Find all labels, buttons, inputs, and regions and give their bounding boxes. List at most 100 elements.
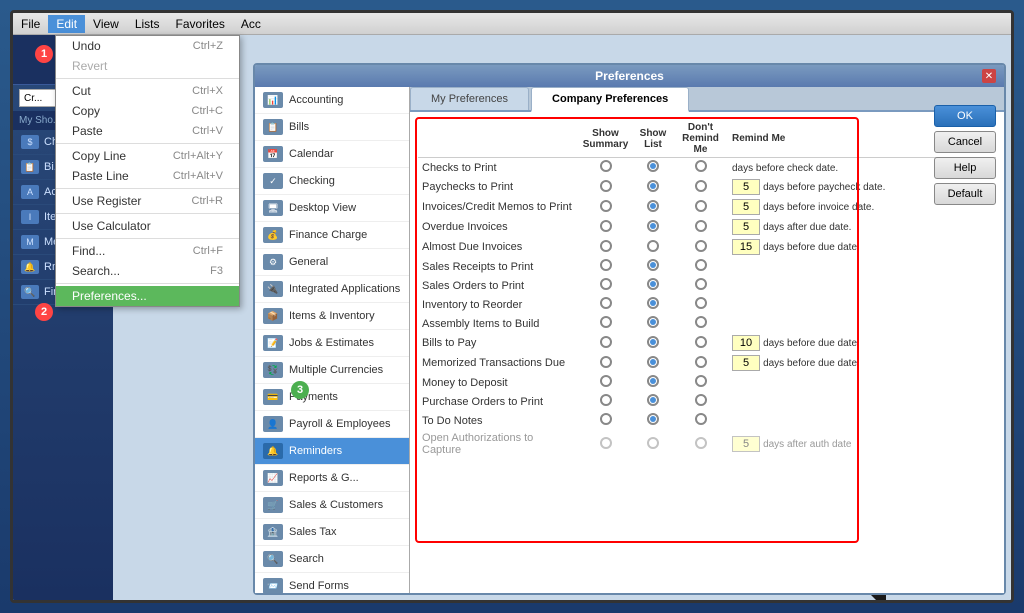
radio-show-list[interactable] — [647, 259, 659, 271]
radio-dont-remind[interactable] — [695, 259, 707, 271]
radio-dont-remind[interactable] — [695, 375, 707, 387]
radio-show-list[interactable] — [647, 200, 659, 212]
days-input[interactable] — [732, 239, 760, 255]
radio-show-list[interactable] — [647, 375, 659, 387]
radio-show-summary[interactable] — [600, 278, 612, 290]
tab-company-preferences[interactable]: Company Preferences — [531, 87, 689, 112]
radio-dont-remind[interactable] — [695, 437, 707, 449]
menu-lists[interactable]: Lists — [127, 15, 168, 33]
menu-item-use-register[interactable]: Use Register Ctrl+R — [56, 191, 239, 211]
days-input[interactable] — [732, 436, 760, 452]
radio-show-summary[interactable] — [600, 160, 612, 172]
radio-dont-remind[interactable] — [695, 200, 707, 212]
category-reports[interactable]: 📈 Reports & G... — [255, 465, 409, 492]
dialog-titlebar: Preferences ✕ — [255, 65, 1004, 87]
radio-show-list[interactable] — [647, 394, 659, 406]
days-input[interactable] — [732, 355, 760, 371]
radio-show-list[interactable] — [647, 278, 659, 290]
radio-dont-remind[interactable] — [695, 160, 707, 172]
category-desktop[interactable]: 🖥 Desktop View — [255, 195, 409, 222]
radio-show-list[interactable] — [647, 336, 659, 348]
radio-show-list[interactable] — [647, 413, 659, 425]
radio-show-list[interactable] — [647, 356, 659, 368]
category-sales[interactable]: 🛒 Sales & Customers — [255, 492, 409, 519]
category-jobs[interactable]: 📝 Jobs & Estimates — [255, 330, 409, 357]
radio-show-list[interactable] — [647, 297, 659, 309]
category-search[interactable]: 🔍 Search — [255, 546, 409, 573]
radio-show-summary[interactable] — [600, 375, 612, 387]
ok-button[interactable]: OK — [934, 105, 996, 127]
menu-accounts[interactable]: Acc — [233, 15, 269, 33]
radio-dont-remind[interactable] — [695, 180, 707, 192]
radio-show-summary[interactable] — [600, 394, 612, 406]
category-currencies[interactable]: 💱 Multiple Currencies — [255, 357, 409, 384]
category-general[interactable]: ⚙ General — [255, 249, 409, 276]
radio-show-list[interactable] — [647, 220, 659, 232]
radio-show-summary[interactable] — [600, 200, 612, 212]
radio-dont-remind[interactable] — [695, 413, 707, 425]
category-accounting[interactable]: 📊 Accounting — [255, 87, 409, 114]
radio-dont-remind[interactable] — [695, 316, 707, 328]
menu-favorites[interactable]: Favorites — [168, 15, 233, 33]
radio-dont-remind[interactable] — [695, 240, 707, 252]
radio-show-summary[interactable] — [600, 413, 612, 425]
radio-show-summary[interactable] — [600, 180, 612, 192]
radio-show-list[interactable] — [647, 180, 659, 192]
radio-show-summary[interactable] — [600, 336, 612, 348]
radio-show-list[interactable] — [647, 160, 659, 172]
default-button[interactable]: Default — [934, 183, 996, 205]
radio-dont-remind[interactable] — [695, 356, 707, 368]
category-payroll[interactable]: 👤 Payroll & Employees — [255, 411, 409, 438]
radio-show-summary[interactable] — [600, 316, 612, 328]
radio-dont-remind[interactable] — [695, 278, 707, 290]
radio-dont-remind[interactable] — [695, 336, 707, 348]
category-checking[interactable]: ✓ Checking — [255, 168, 409, 195]
radio-show-summary[interactable] — [600, 297, 612, 309]
category-salestax[interactable]: 🏦 Sales Tax — [255, 519, 409, 546]
menu-item-preferences[interactable]: Preferences... — [56, 286, 239, 306]
radio-cell[interactable] — [578, 158, 633, 178]
category-bills[interactable]: 📋 Bills — [255, 114, 409, 141]
category-finance[interactable]: 💰 Finance Charge — [255, 222, 409, 249]
radio-show-summary[interactable] — [600, 259, 612, 271]
category-reminders[interactable]: 🔔 Reminders — [255, 438, 409, 465]
tab-my-preferences[interactable]: My Preferences — [410, 87, 529, 110]
menu-item-copy[interactable]: Copy Ctrl+C — [56, 101, 239, 121]
menu-item-cut[interactable]: Cut Ctrl+X — [56, 81, 239, 101]
menu-item-use-calculator[interactable]: Use Calculator — [56, 216, 239, 236]
dialog-close-button[interactable]: ✕ — [982, 69, 996, 83]
radio-show-summary[interactable] — [600, 356, 612, 368]
radio-cell[interactable] — [633, 158, 673, 178]
category-payments[interactable]: 💳 Payments — [255, 384, 409, 411]
menu-file[interactable]: File — [13, 15, 48, 33]
radio-show-list[interactable] — [647, 437, 659, 449]
radio-dont-remind[interactable] — [695, 297, 707, 309]
days-input[interactable] — [732, 179, 760, 195]
category-sendforms[interactable]: 📨 Send Forms — [255, 573, 409, 593]
radio-show-list[interactable] — [647, 240, 659, 252]
menu-view[interactable]: View — [85, 15, 127, 33]
category-integrated[interactable]: 🔌 Integrated Applications — [255, 276, 409, 303]
radio-show-summary[interactable] — [600, 240, 612, 252]
radio-dont-remind[interactable] — [695, 220, 707, 232]
menu-item-revert[interactable]: Revert — [56, 56, 239, 76]
category-items[interactable]: 📦 Items & Inventory — [255, 303, 409, 330]
menu-item-search[interactable]: Search... F3 — [56, 261, 239, 281]
menu-item-paste[interactable]: Paste Ctrl+V — [56, 121, 239, 141]
days-input[interactable] — [732, 219, 760, 235]
days-input[interactable] — [732, 335, 760, 351]
menu-item-undo[interactable]: Undo Ctrl+Z — [56, 36, 239, 56]
radio-show-list[interactable] — [647, 316, 659, 328]
radio-dont-remind[interactable] — [695, 394, 707, 406]
help-button[interactable]: Help — [934, 157, 996, 179]
days-input[interactable] — [732, 199, 760, 215]
menu-item-paste-line[interactable]: Paste Line Ctrl+Alt+V — [56, 166, 239, 186]
menu-item-find[interactable]: Find... Ctrl+F — [56, 241, 239, 261]
category-calendar[interactable]: 📅 Calendar — [255, 141, 409, 168]
cancel-button[interactable]: Cancel — [934, 131, 996, 153]
radio-show-summary[interactable] — [600, 220, 612, 232]
radio-show-summary[interactable] — [600, 437, 612, 449]
menu-item-copy-line[interactable]: Copy Line Ctrl+Alt+Y — [56, 146, 239, 166]
menu-edit[interactable]: Edit — [48, 15, 85, 33]
radio-cell[interactable] — [673, 158, 728, 178]
